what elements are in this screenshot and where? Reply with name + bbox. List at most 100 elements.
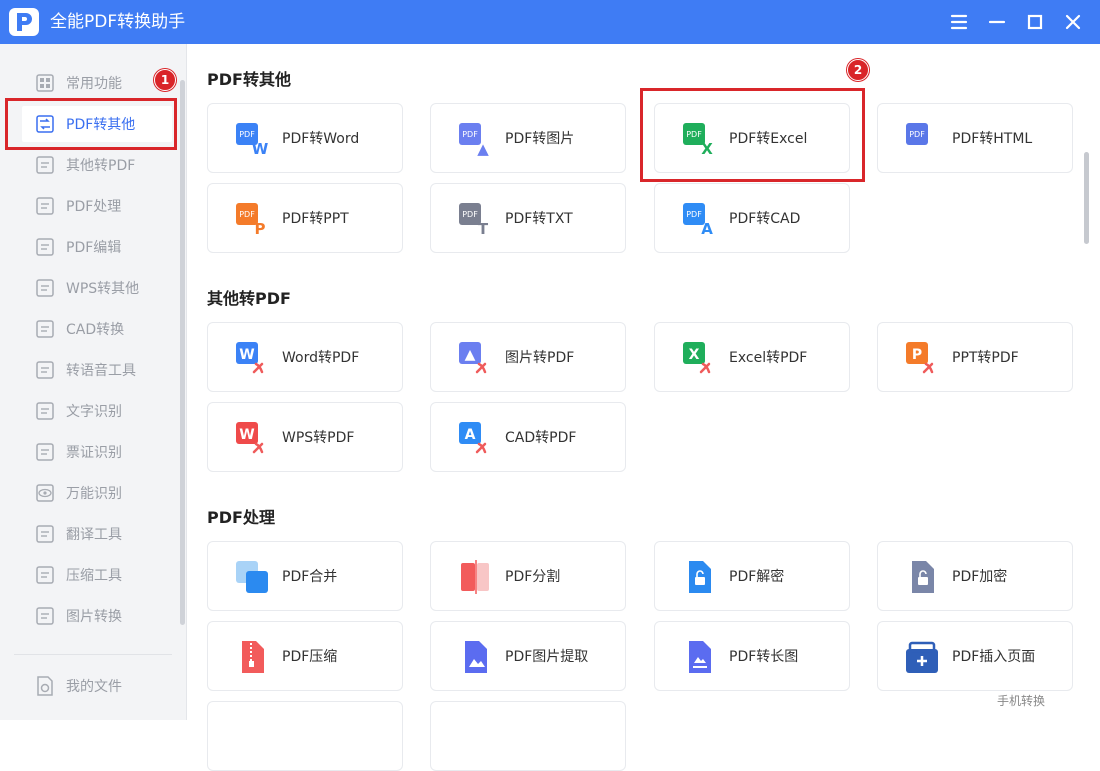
sidebar-item-7[interactable]: CAD转换 xyxy=(22,311,172,347)
tool-icon xyxy=(465,641,487,673)
tool-card[interactable]: W WPS转PDF xyxy=(207,402,403,472)
tool-card[interactable]: PDF加密 xyxy=(877,541,1073,611)
tool-icon: PDF P xyxy=(236,203,266,237)
svg-text:A: A xyxy=(701,220,713,237)
tool-card-label: WPS转PDF xyxy=(282,430,355,446)
step-marker-1: 1 xyxy=(154,69,176,91)
sidebar-item-10[interactable]: 票证识别 xyxy=(22,434,172,470)
svg-text:PDF: PDF xyxy=(909,130,925,139)
tool-card[interactable]: PDF解密 xyxy=(654,541,850,611)
app-title: 全能PDF转换助手 xyxy=(50,12,186,32)
close-icon[interactable] xyxy=(1060,9,1086,35)
grid-icon xyxy=(36,74,54,92)
tool-icon: W xyxy=(236,422,264,454)
svg-text:W: W xyxy=(252,140,269,157)
tool-card-partial[interactable] xyxy=(207,701,403,771)
sidebar-item-label: 票证识别 xyxy=(66,445,122,461)
tool-card-label: PDF分割 xyxy=(505,569,561,585)
app-logo-icon xyxy=(9,8,39,36)
tool-card[interactable]: PDF PDF转HTML xyxy=(877,103,1073,173)
sidebar-item-label: 图片转换 xyxy=(66,609,122,625)
sidebar-item-11[interactable]: 万能识别 xyxy=(22,475,172,511)
sidebar-item-label: 其他转PDF xyxy=(66,158,136,174)
tool-card-label: PDF转PPT xyxy=(282,211,349,227)
tool-icon xyxy=(689,561,711,593)
tool-card[interactable]: X Excel转PDF xyxy=(654,322,850,392)
pdf-process-icon xyxy=(36,197,54,215)
tool-icon xyxy=(242,641,264,673)
sidebar-item-14[interactable]: 图片转换 xyxy=(22,598,172,634)
sidebar-item-3[interactable]: 其他转PDF xyxy=(22,147,172,183)
sidebar-scrollbar[interactable] xyxy=(180,80,185,625)
tool-card[interactable]: PDF A PDF转CAD xyxy=(654,183,850,253)
tool-icon: X xyxy=(683,342,711,374)
minimize-icon[interactable] xyxy=(984,9,1010,35)
tool-card[interactable]: PDF P PDF转PPT xyxy=(207,183,403,253)
image-convert-icon xyxy=(36,607,54,625)
tool-icon xyxy=(906,641,938,673)
tool-card[interactable]: PDF图片提取 xyxy=(430,621,626,691)
tool-card[interactable]: P PPT转PDF xyxy=(877,322,1073,392)
voice-icon xyxy=(36,361,54,379)
sidebar-item-9[interactable]: 文字识别 xyxy=(22,393,172,429)
tool-card[interactable]: PDF分割 xyxy=(430,541,626,611)
sidebar-item-label: PDF编辑 xyxy=(66,240,122,256)
tool-card[interactable]: PDF插入页面 xyxy=(877,621,1073,691)
mobile-convert-link[interactable]: 手机转换 xyxy=(997,692,1045,709)
svg-text:P: P xyxy=(912,347,922,363)
sidebar-item-5[interactable]: PDF编辑 xyxy=(22,229,172,265)
tool-icon: PDF A xyxy=(683,203,713,237)
sidebar-item-1[interactable]: 常用功能 xyxy=(22,65,172,101)
sidebar-item-4[interactable]: PDF处理 xyxy=(22,188,172,224)
tool-card[interactable]: ▲ 图片转PDF xyxy=(430,322,626,392)
tool-card[interactable]: PDF T PDF转TXT xyxy=(430,183,626,253)
tool-icon xyxy=(912,561,934,593)
tool-card-label: PDF转CAD xyxy=(729,211,801,227)
tool-card[interactable]: A CAD转PDF xyxy=(430,402,626,472)
tool-card[interactable]: PDF W PDF转Word xyxy=(207,103,403,173)
maximize-icon[interactable] xyxy=(1022,9,1048,35)
sidebar-item-label: 翻译工具 xyxy=(66,527,122,543)
sidebar-item-13[interactable]: 压缩工具 xyxy=(22,557,172,593)
highlight-box-card xyxy=(640,88,865,182)
sidebar-item-12[interactable]: 翻译工具 xyxy=(22,516,172,552)
tool-card[interactable]: PDF ▲ PDF转图片 xyxy=(430,103,626,173)
tool-icon: W xyxy=(236,342,264,374)
tool-card[interactable]: PDF合并 xyxy=(207,541,403,611)
svg-text:PDF: PDF xyxy=(462,130,478,139)
tool-card-label: PDF加密 xyxy=(952,569,1008,585)
pdf-edit-icon xyxy=(36,238,54,256)
section-title: PDF转其他 xyxy=(207,70,291,89)
highlight-box-sidebar xyxy=(5,98,177,150)
menu-icon[interactable] xyxy=(946,9,972,35)
svg-text:PDF: PDF xyxy=(239,210,255,219)
tool-card-label: Excel转PDF xyxy=(729,350,808,366)
sidebar-item-label: 常用功能 xyxy=(66,76,122,92)
tool-card-label: PDF解密 xyxy=(729,569,785,585)
svg-text:W: W xyxy=(239,427,254,443)
svg-text:PDF: PDF xyxy=(462,210,478,219)
tool-card[interactable]: W Word转PDF xyxy=(207,322,403,392)
sidebar-item-label: WPS转其他 xyxy=(66,281,140,297)
tool-icon: ▲ xyxy=(459,342,487,374)
tool-card-label: PDF转TXT xyxy=(505,211,573,227)
sidebar-item-8[interactable]: 转语音工具 xyxy=(22,352,172,388)
tool-card-label: PDF转长图 xyxy=(729,649,799,665)
to-pdf-icon xyxy=(36,156,54,174)
zip-icon xyxy=(36,566,54,584)
main-scrollbar[interactable] xyxy=(1084,152,1089,244)
my-files-icon xyxy=(37,676,53,696)
tool-card[interactable]: PDF转长图 xyxy=(654,621,850,691)
cad-icon xyxy=(36,320,54,338)
sidebar-item-my-files[interactable]: 我的文件 xyxy=(22,668,172,704)
sidebar-item-6[interactable]: WPS转其他 xyxy=(22,270,172,306)
tool-card-partial[interactable] xyxy=(430,701,626,771)
tool-icon: PDF W xyxy=(236,123,269,157)
tool-icon xyxy=(236,561,268,593)
svg-text:X: X xyxy=(689,347,700,363)
section-title: PDF处理 xyxy=(207,508,275,527)
tool-card-label: CAD转PDF xyxy=(505,430,577,446)
tool-icon: PDF ▲ xyxy=(459,123,489,157)
tool-card[interactable]: PDF压缩 xyxy=(207,621,403,691)
text-ocr-icon xyxy=(36,402,54,420)
